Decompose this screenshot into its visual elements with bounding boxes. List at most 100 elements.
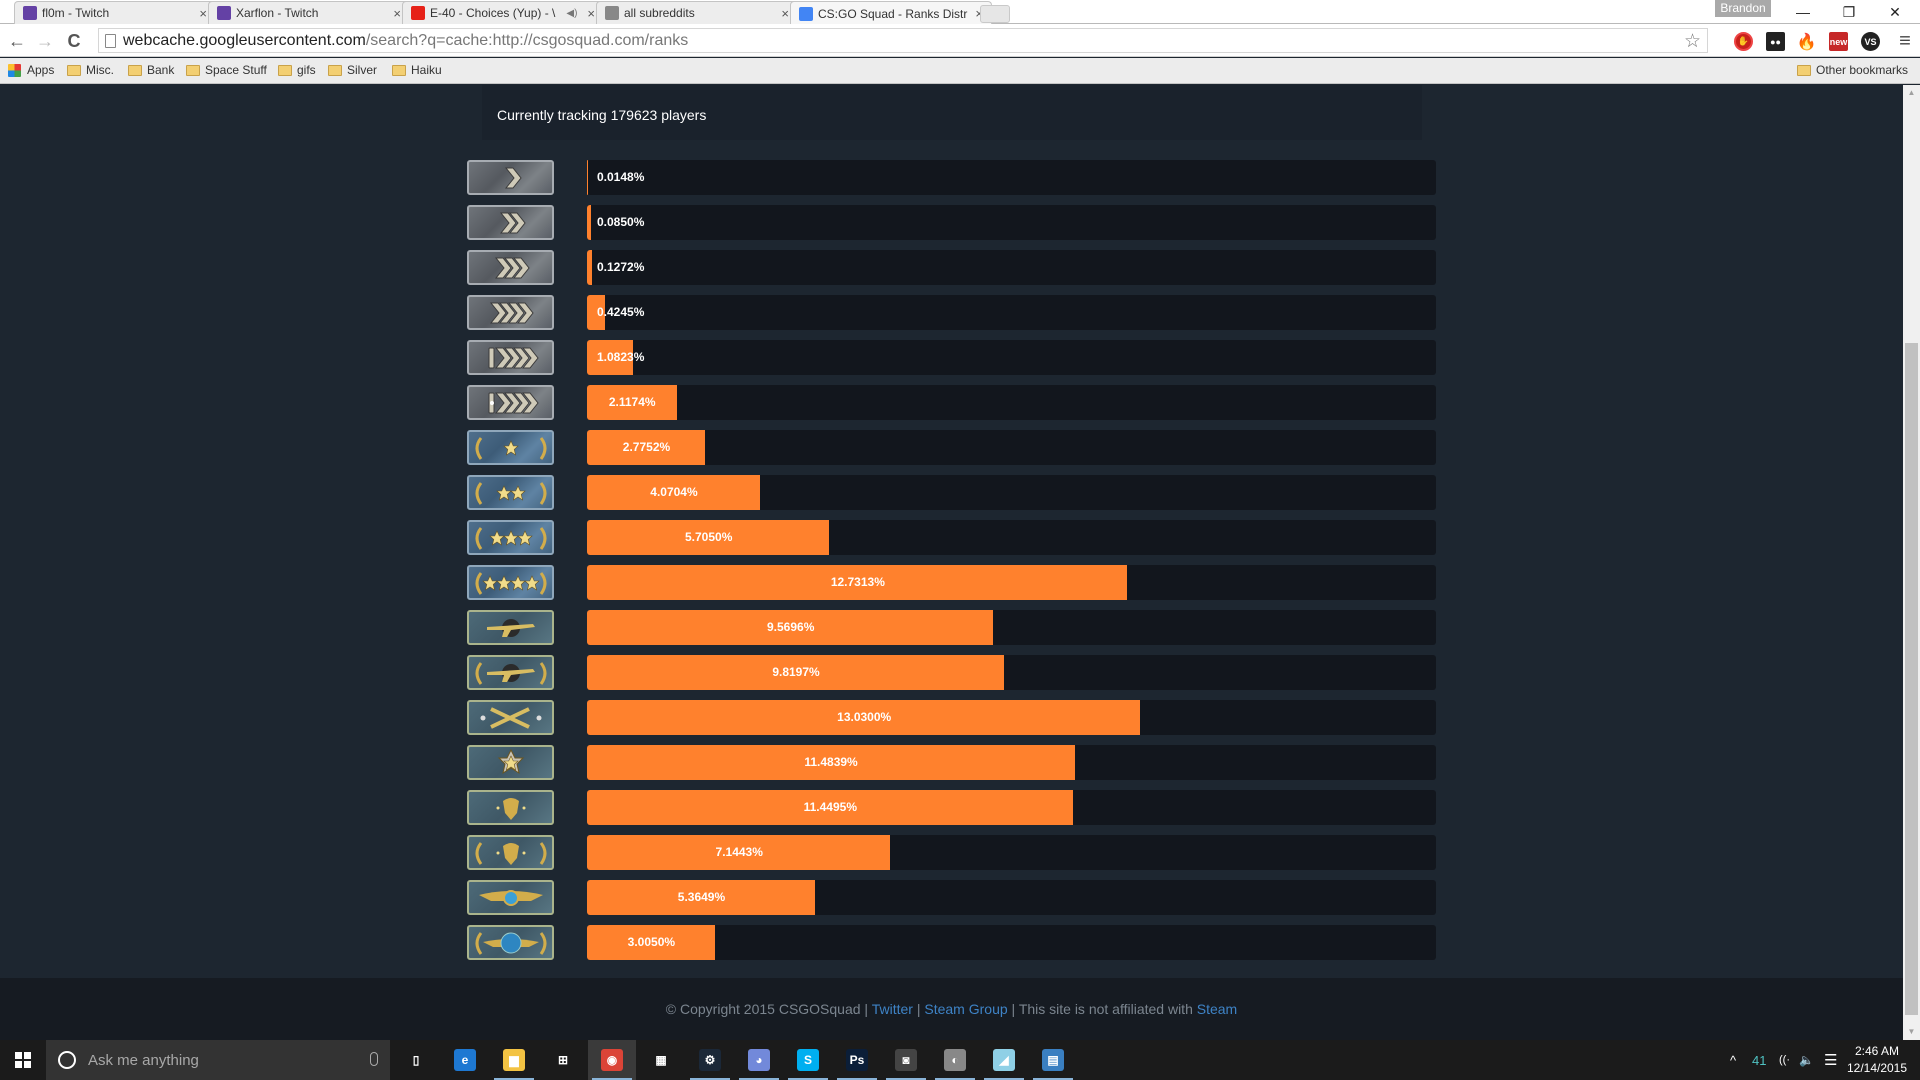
browser-tab[interactable]: all subreddits × bbox=[596, 1, 798, 24]
taskbar-app[interactable]: ⊞ bbox=[539, 1040, 587, 1080]
start-button[interactable] bbox=[0, 1040, 46, 1080]
tracking-count-text: Currently tracking 179623 players bbox=[497, 107, 707, 123]
reload-button[interactable]: C bbox=[62, 29, 86, 53]
taskbar-app[interactable]: ◉ bbox=[588, 1040, 636, 1080]
tracking-panel: Currently tracking 179623 players bbox=[482, 85, 1422, 140]
bookmark-star-icon[interactable]: ☆ bbox=[1684, 30, 1701, 53]
windows-logo-icon bbox=[15, 1052, 31, 1068]
tray-badge-number[interactable]: 41 bbox=[1752, 1040, 1766, 1080]
taskbar-app[interactable]: ◕ bbox=[735, 1040, 783, 1080]
rank-row: 7.1443% bbox=[0, 835, 1903, 871]
taskbar-app[interactable]: ▆ bbox=[490, 1040, 538, 1080]
scroll-down-arrow[interactable]: ▼ bbox=[1903, 1024, 1920, 1040]
wifi-icon[interactable]: ((· bbox=[1779, 1040, 1790, 1080]
bookmark-item[interactable]: Silver bbox=[328, 63, 377, 77]
cortana-icon bbox=[58, 1051, 76, 1069]
taskbar-app[interactable]: ▦ bbox=[637, 1040, 685, 1080]
microphone-icon[interactable] bbox=[370, 1052, 378, 1066]
bookmark-item[interactable]: Misc. bbox=[67, 63, 114, 77]
twitter-link[interactable]: Twitter bbox=[872, 1001, 913, 1017]
tab-title: Xarflon - Twitch bbox=[236, 6, 319, 20]
flame-icon[interactable]: 🔥 bbox=[1797, 32, 1817, 51]
show-hidden-icons-button[interactable]: ^ bbox=[1730, 1040, 1736, 1080]
windows-taskbar: Ask me anything ▯ e ▆ ⊞ ◉ ▦ ⚙ ◕ S Ps ◙ ◐ ◢ ▤ ^ 41 ((·… bbox=[0, 1040, 1920, 1080]
vs-icon[interactable]: VS bbox=[1861, 32, 1880, 51]
bookmark-label: Silver bbox=[347, 63, 378, 77]
tab-strip: fl0m - Twitch × Xarflon - Twitch × E-40 - Ch… bbox=[0, 0, 1920, 25]
taskbar-app[interactable]: ▤ bbox=[1029, 1040, 1077, 1080]
rank-row: 11.4839% bbox=[0, 745, 1903, 781]
clock[interactable]: 2:46 AM 12/14/2015 bbox=[1838, 1043, 1916, 1077]
action-center-icon[interactable]: ☰ bbox=[1824, 1040, 1837, 1080]
close-tab-icon[interactable]: × bbox=[199, 6, 207, 21]
browser-tab[interactable]: Xarflon - Twitch × bbox=[208, 1, 410, 24]
bookmark-item[interactable]: Bank bbox=[128, 63, 174, 77]
close-tab-icon[interactable]: × bbox=[781, 6, 789, 21]
bar-value-label: 9.5696% bbox=[767, 620, 815, 634]
taskbar-app[interactable]: ▯ bbox=[392, 1040, 440, 1080]
chrome-menu-icon[interactable]: ≡ bbox=[1893, 29, 1917, 53]
scroll-up-arrow[interactable]: ▲ bbox=[1903, 85, 1920, 101]
speaker-icon[interactable]: ◀) bbox=[566, 8, 577, 19]
taskbar-app[interactable]: e bbox=[441, 1040, 489, 1080]
forward-button[interactable]: → bbox=[33, 29, 57, 53]
bookmark-item[interactable]: Apps bbox=[8, 63, 54, 77]
photoshop-icon: Ps bbox=[846, 1049, 868, 1071]
bar-track: 2.1174% bbox=[587, 385, 1436, 420]
minimize-button[interactable]: — bbox=[1780, 0, 1826, 24]
taskbar-app[interactable]: Ps bbox=[833, 1040, 881, 1080]
bar-value-label: 5.7050% bbox=[684, 530, 733, 544]
url-path: /search?q=cache:http://csgosquad.com/ran… bbox=[365, 31, 689, 49]
address-bar[interactable]: webcache.googleusercontent.com /search?q… bbox=[98, 28, 1708, 53]
steam-link[interactable]: Steam bbox=[1197, 1001, 1237, 1017]
bar-track: 11.4839% bbox=[587, 745, 1436, 780]
bar-value-label: 3.0050% bbox=[627, 935, 676, 949]
legendary-eagle-icon bbox=[467, 790, 554, 825]
close-tab-icon[interactable]: × bbox=[587, 6, 595, 21]
bar-value-label: 4.0704% bbox=[650, 485, 698, 499]
taskbar-app[interactable]: S bbox=[784, 1040, 832, 1080]
bar-track: 0.0148% bbox=[587, 160, 1436, 195]
eyes-icon[interactable]: ●● bbox=[1766, 32, 1785, 51]
cortana-search-box[interactable]: Ask me anything bbox=[46, 1040, 390, 1080]
close-window-button[interactable]: ✕ bbox=[1872, 0, 1918, 24]
distinguished-master-guardian-star-icon bbox=[467, 745, 554, 780]
other-bookmarks[interactable]: Other bookmarks bbox=[1797, 63, 1908, 77]
bar-value-label: 13.0300% bbox=[837, 710, 892, 724]
restore-button[interactable]: ❐ bbox=[1826, 0, 1872, 24]
page-scrollbar[interactable]: ▲ ▼ bbox=[1903, 85, 1920, 1040]
new-tab-button[interactable] bbox=[980, 5, 1010, 23]
bookmark-label: Apps bbox=[27, 63, 55, 77]
browser-tab[interactable]: E-40 - Choices (Yup) - \ ◀) × bbox=[402, 1, 604, 24]
rank-row: 2.7752% bbox=[0, 430, 1903, 466]
adblock-icon[interactable]: ✋ bbox=[1734, 32, 1753, 51]
gold-nova-3-star-icon bbox=[467, 520, 554, 555]
taskbar-app[interactable]: ◐ bbox=[931, 1040, 979, 1080]
steam-group-link[interactable]: Steam Group bbox=[924, 1001, 1007, 1017]
taskbar-app[interactable]: ◢ bbox=[980, 1040, 1028, 1080]
rank-row: 3.0050% bbox=[0, 925, 1903, 961]
profile-button[interactable]: Brandon bbox=[1715, 0, 1771, 17]
close-tab-icon[interactable]: × bbox=[393, 6, 401, 21]
taskbar-app[interactable]: ⚙ bbox=[686, 1040, 734, 1080]
scroll-thumb[interactable] bbox=[1905, 343, 1918, 1015]
back-button[interactable]: ← bbox=[5, 29, 29, 53]
new-mail-icon[interactable]: new bbox=[1829, 32, 1848, 51]
bookmark-item[interactable]: Haiku bbox=[392, 63, 442, 77]
bookmark-item[interactable]: gifs bbox=[278, 63, 316, 77]
bar-track: 5.3649% bbox=[587, 880, 1436, 915]
bar-track: 12.7313% bbox=[587, 565, 1436, 600]
rank-row: 0.0850% bbox=[0, 205, 1903, 241]
browser-tab[interactable]: CS:GO Squad - Ranks Distr× bbox=[790, 1, 992, 25]
chrome-icon: ◉ bbox=[601, 1049, 623, 1071]
browser-tab[interactable]: fl0m - Twitch × bbox=[14, 1, 216, 24]
bookmark-item[interactable]: Space Stuff bbox=[186, 63, 267, 77]
bar-track: 9.5696% bbox=[587, 610, 1436, 645]
bar-track: 0.0850% bbox=[587, 205, 1436, 240]
volume-icon[interactable]: 🔈 bbox=[1799, 1040, 1814, 1080]
page-content: Currently tracking 179623 players 0.0148… bbox=[0, 85, 1903, 1040]
silver-2-chevron-icon bbox=[467, 205, 554, 240]
taskbar-app[interactable]: ◙ bbox=[882, 1040, 930, 1080]
twitch-icon bbox=[217, 6, 231, 20]
edge-icon: e bbox=[454, 1049, 476, 1071]
